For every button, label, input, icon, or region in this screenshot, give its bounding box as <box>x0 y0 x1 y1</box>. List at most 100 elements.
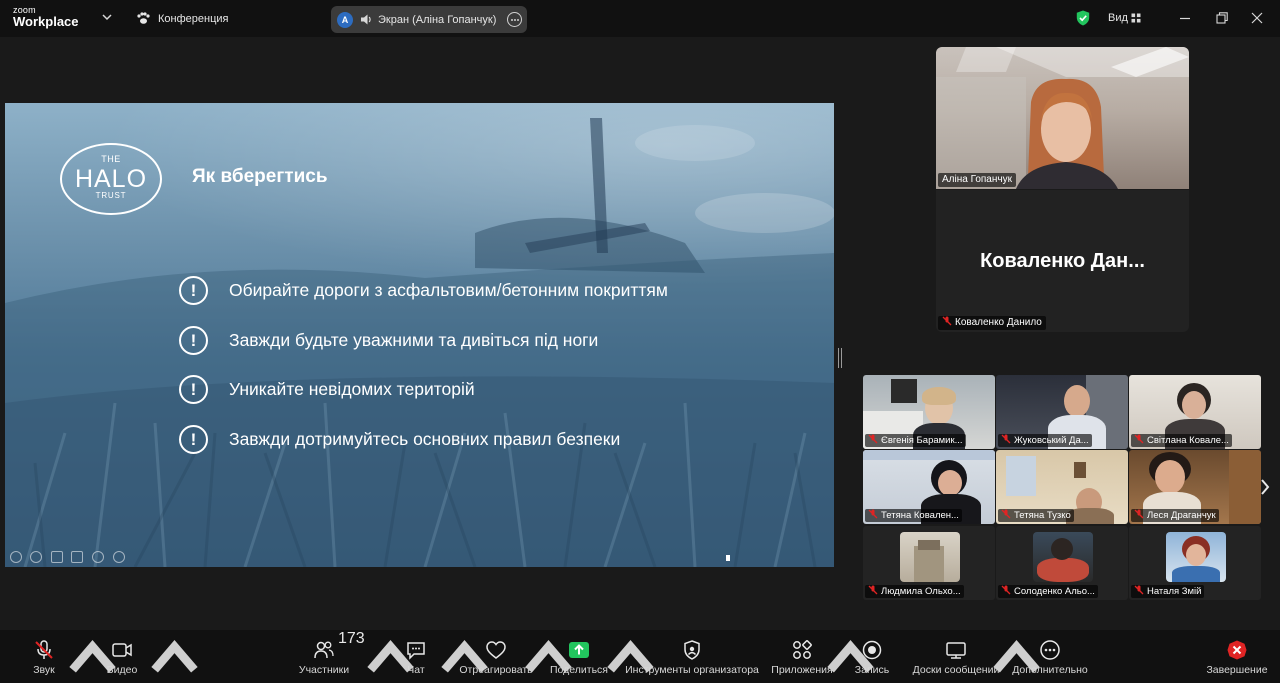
pen-icon[interactable] <box>51 551 63 563</box>
speaker-video[interactable]: Аліна Гопанчук <box>936 47 1189 189</box>
participant-tile[interactable]: Тетяна Ковален... <box>863 450 995 524</box>
participant-tile-camera-off[interactable]: Наталя Змій <box>1129 526 1261 600</box>
logo-halo: HALO <box>74 165 148 193</box>
participant-tile[interactable]: Світлана Ковале... <box>1129 375 1261 449</box>
prev-slide-icon[interactable] <box>10 551 22 563</box>
participant-tile-camera-off[interactable]: Людмила Ольхо... <box>863 526 995 600</box>
slide-bullet: ! Обирайте дороги з асфальтовим/бетонним… <box>179 276 819 306</box>
participants-count: 173 <box>338 630 365 647</box>
video-label: Видео <box>106 664 138 676</box>
more-button[interactable]: Дополнительно <box>1010 630 1090 683</box>
mic-muted-icon <box>868 509 878 519</box>
share-screen-label: Поделиться <box>550 664 608 676</box>
participant-name: Євгенія Барамик... <box>881 435 963 446</box>
panel-splitter-handle[interactable] <box>838 348 842 368</box>
close-icon[interactable] <box>1247 8 1267 28</box>
slides-overview-icon[interactable] <box>71 551 83 563</box>
participant-name-tag: Коваленко Данило <box>938 316 1046 330</box>
background-window <box>1006 456 1036 496</box>
chevron-up-icon[interactable] <box>148 630 201 683</box>
logo-big-text: Workplace <box>13 14 79 29</box>
zoom-workplace-logo[interactable]: zoom Workplace <box>13 6 79 29</box>
logo-the: THE <box>101 154 121 164</box>
minimize-icon[interactable] <box>1175 8 1195 28</box>
share-screen-button[interactable]: Поделиться <box>548 630 610 683</box>
more-options-icon[interactable] <box>507 12 522 27</box>
mouse-cursor <box>726 555 730 561</box>
end-meeting-label: Завершение <box>1206 664 1268 676</box>
mic-muted-icon <box>1001 585 1011 595</box>
participant-tile-camera-off[interactable]: Солоденко Альо... <box>996 526 1128 600</box>
chevron-down-icon[interactable] <box>102 12 112 22</box>
meeting-title[interactable]: Конференция <box>158 13 228 25</box>
participant-display-name: Коваленко Дан... <box>980 250 1145 272</box>
slide-bullet: ! Завжди будьте уважними та дивіться під… <box>179 326 819 356</box>
zoom-icon[interactable] <box>92 551 104 563</box>
participant-name-tag: Жуковський Да... <box>998 434 1092 447</box>
participant-tile[interactable]: Жуковський Да... <box>996 375 1128 449</box>
background-picture <box>1074 462 1086 478</box>
host-tools-button[interactable]: Инструменты организатора <box>624 630 760 683</box>
share-screen-icon <box>569 642 589 658</box>
participant-name: Світлана Ковале... <box>1147 435 1229 446</box>
shared-screen-slide[interactable]: THE HALO TRUST Як вберегтись ! Обирайте … <box>5 103 834 567</box>
chat-button[interactable]: Чат <box>396 630 436 683</box>
mic-muted-icon <box>942 316 952 326</box>
share-label: Экран (Аліна Гопанчук) <box>378 14 497 26</box>
chat-bubble-icon <box>407 642 425 660</box>
end-meeting-button[interactable]: Завершение <box>1204 630 1270 683</box>
slide-bullet: ! Завжди дотримуйтесь основних правил бе… <box>179 425 819 455</box>
video-button[interactable]: Видео <box>96 630 148 683</box>
logo-trust: TRUST <box>95 191 127 200</box>
end-call-icon <box>1227 640 1247 660</box>
participant-name: Жуковський Да... <box>1014 435 1089 446</box>
presenter-avatar: A <box>337 12 353 28</box>
participant-tile[interactable]: Тетяна Тузко <box>996 450 1128 524</box>
whiteboard-icon <box>946 642 966 659</box>
participant-name-tag: Солоденко Альо... <box>998 585 1098 598</box>
mic-muted-icon <box>35 640 53 659</box>
speaker-icon <box>361 14 371 25</box>
slide-title: Як вберегтись <box>192 166 328 187</box>
chevron-right-icon[interactable] <box>1259 478 1271 496</box>
mic-muted-icon <box>868 585 878 595</box>
audio-button[interactable]: Звук <box>18 630 70 683</box>
record-button[interactable]: Запись <box>848 630 896 683</box>
participant-name-tag: Тетяна Ковален... <box>865 509 962 522</box>
mic-muted-icon <box>1001 509 1011 519</box>
restore-icon[interactable] <box>1212 8 1232 28</box>
participant-name-tag: Світлана Ковале... <box>1131 434 1232 447</box>
participant-name-tag: Леся Драганчук <box>1131 509 1219 522</box>
participant-profile-photo <box>1166 532 1226 582</box>
more-label: Дополнительно <box>1012 664 1088 676</box>
view-button[interactable]: Вид <box>1108 12 1128 24</box>
participant-name: Тетяна Тузко <box>1014 510 1071 521</box>
exclamation-icon: ! <box>179 276 208 305</box>
participant-name: Коваленко Данило <box>955 317 1042 328</box>
participant-profile-photo <box>1033 532 1093 582</box>
title-bar: zoom Workplace Конференция A Экран (Алін… <box>0 0 1280 37</box>
more-options-icon <box>1040 640 1060 660</box>
host-tools-label: Инструменты организатора <box>625 664 759 676</box>
participant-tile[interactable]: Леся Драганчук <box>1129 450 1261 524</box>
screen-share-indicator[interactable]: A Экран (Аліна Гопанчук) <box>331 6 527 33</box>
next-slide-icon[interactable] <box>30 551 42 563</box>
mic-muted-icon <box>1134 585 1144 595</box>
heart-icon <box>486 641 506 659</box>
bullet-text: Обирайте дороги з асфальтовим/бетонним п… <box>229 280 668 300</box>
chat-label: Чат <box>407 664 425 676</box>
mic-muted-icon <box>1001 434 1011 444</box>
participant-tile[interactable]: Євгенія Барамик... <box>863 375 995 449</box>
participant-name-tag: Тетяна Тузко <box>998 509 1074 522</box>
halo-trust-logo: THE HALO TRUST <box>60 143 162 215</box>
mic-muted-icon <box>868 434 878 444</box>
security-shield-icon[interactable] <box>1076 10 1090 26</box>
participant-face <box>1182 391 1206 419</box>
participant-tile-camera-off[interactable]: Коваленко Дан... Коваленко Данило <box>936 190 1189 332</box>
participant-name: Солоденко Альо... <box>1014 586 1095 597</box>
participant-name: Наталя Змій <box>1147 586 1202 597</box>
participant-name: Аліна Гопанчук <box>938 173 1016 187</box>
grid-view-icon[interactable] <box>1131 13 1141 23</box>
bullet-text: Уникайте невідомих територій <box>229 379 475 399</box>
more-icon[interactable] <box>113 551 125 563</box>
